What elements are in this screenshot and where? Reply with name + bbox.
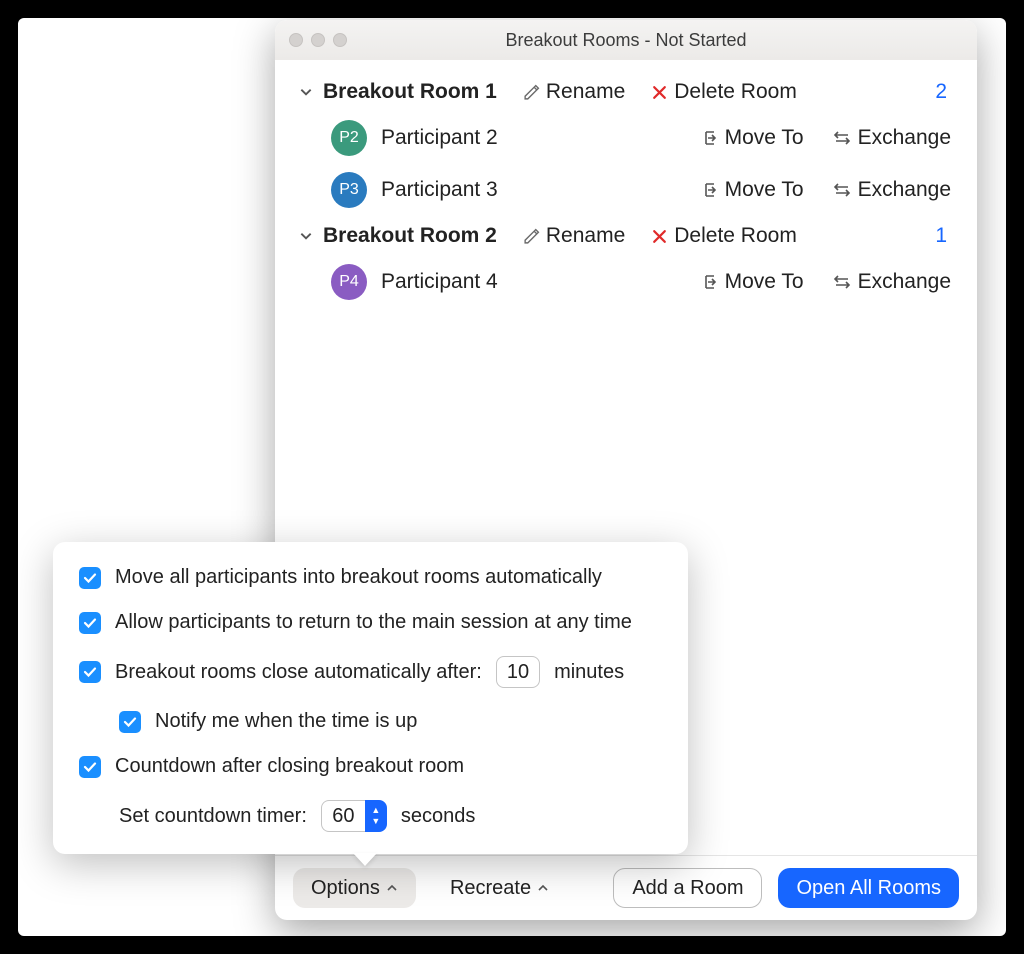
stepper-down-icon[interactable]: ▼ xyxy=(371,817,380,826)
delete-label: Delete Room xyxy=(674,80,797,104)
option-countdown-timer: Set countdown timer: 60 ▲ ▼ seconds xyxy=(119,800,662,832)
delete-label: Delete Room xyxy=(674,224,797,248)
chevron-up-icon xyxy=(537,881,549,896)
move-to-label: Move To xyxy=(725,178,804,202)
close-after-minutes-input[interactable]: 10 xyxy=(496,656,540,688)
add-room-label: Add a Room xyxy=(632,877,743,900)
room-name: Breakout Room 2 xyxy=(323,224,497,248)
checkbox-checked-icon[interactable] xyxy=(119,711,141,733)
exchange-label: Exchange xyxy=(858,270,951,294)
checkbox-checked-icon[interactable] xyxy=(79,567,101,589)
chevron-down-icon xyxy=(297,229,315,243)
participant-count: 1 xyxy=(935,224,955,248)
zoom-window-button[interactable] xyxy=(333,33,347,47)
option-label: Allow participants to return to the main… xyxy=(115,611,632,634)
pencil-icon xyxy=(523,84,540,101)
move-to-button[interactable]: Move To xyxy=(699,178,804,202)
countdown-seconds-input[interactable]: 60 xyxy=(321,800,365,832)
move-to-icon xyxy=(699,180,719,200)
rename-button[interactable]: Rename xyxy=(523,224,625,248)
option-close-after[interactable]: Breakout rooms close automatically after… xyxy=(79,656,662,688)
rename-label: Rename xyxy=(546,224,625,248)
options-button[interactable]: Options xyxy=(293,868,416,908)
window-title: Breakout Rooms - Not Started xyxy=(275,30,977,51)
delete-room-button[interactable]: Delete Room xyxy=(651,80,797,104)
participant-row: P3 Participant 3 Move To Exchange xyxy=(293,164,959,216)
options-label: Options xyxy=(311,877,380,900)
room-name: Breakout Room 1 xyxy=(323,80,497,104)
room-header[interactable]: Breakout Room 1 Rename Delete Room 2 xyxy=(293,72,959,112)
participant-count: 2 xyxy=(935,80,955,104)
participant-name: Participant 3 xyxy=(381,178,498,202)
x-icon xyxy=(651,228,668,245)
window-controls xyxy=(289,33,347,47)
rename-label: Rename xyxy=(546,80,625,104)
move-to-button[interactable]: Move To xyxy=(699,270,804,294)
move-to-icon xyxy=(699,128,719,148)
option-label: Move all participants into breakout room… xyxy=(115,566,602,589)
open-all-label: Open All Rooms xyxy=(796,877,941,900)
exchange-label: Exchange xyxy=(858,126,951,150)
rename-button[interactable]: Rename xyxy=(523,80,625,104)
stepper-buttons[interactable]: ▲ ▼ xyxy=(365,800,387,832)
option-allow-return[interactable]: Allow participants to return to the main… xyxy=(79,611,662,634)
move-to-label: Move To xyxy=(725,126,804,150)
exchange-label: Exchange xyxy=(858,178,951,202)
option-label: Set countdown timer: xyxy=(119,805,307,828)
option-auto-move[interactable]: Move all participants into breakout room… xyxy=(79,566,662,589)
countdown-timer-stepper[interactable]: 60 ▲ ▼ xyxy=(321,800,387,832)
recreate-label: Recreate xyxy=(450,877,531,900)
pencil-icon xyxy=(523,228,540,245)
exchange-button[interactable]: Exchange xyxy=(832,126,951,150)
minimize-window-button[interactable] xyxy=(311,33,325,47)
participant-row: P2 Participant 2 Move To Exchange xyxy=(293,112,959,164)
exchange-icon xyxy=(832,128,852,148)
exchange-button[interactable]: Exchange xyxy=(832,178,951,202)
room-header[interactable]: Breakout Room 2 Rename Delete Room 1 xyxy=(293,216,959,256)
option-suffix: minutes xyxy=(554,661,624,684)
titlebar: Breakout Rooms - Not Started xyxy=(275,20,977,60)
option-notify-time-up[interactable]: Notify me when the time is up xyxy=(119,710,662,733)
options-popover: Move all participants into breakout room… xyxy=(53,542,688,854)
exchange-icon xyxy=(832,272,852,292)
open-all-rooms-button[interactable]: Open All Rooms xyxy=(778,868,959,908)
checkbox-checked-icon[interactable] xyxy=(79,661,101,683)
avatar: P4 xyxy=(331,264,367,300)
exchange-button[interactable]: Exchange xyxy=(832,270,951,294)
option-suffix: seconds xyxy=(401,805,476,828)
footer-bar: Options Recreate Add a Room Open All Roo… xyxy=(275,855,977,920)
delete-room-button[interactable]: Delete Room xyxy=(651,224,797,248)
avatar: P2 xyxy=(331,120,367,156)
participant-name: Participant 4 xyxy=(381,270,498,294)
option-label: Breakout rooms close automatically after… xyxy=(115,661,482,684)
chevron-up-icon xyxy=(386,881,398,896)
move-to-label: Move To xyxy=(725,270,804,294)
move-to-button[interactable]: Move To xyxy=(699,126,804,150)
avatar: P3 xyxy=(331,172,367,208)
stepper-up-icon[interactable]: ▲ xyxy=(371,806,380,815)
participant-row: P4 Participant 4 Move To Exchange xyxy=(293,256,959,308)
move-to-icon xyxy=(699,272,719,292)
add-room-button[interactable]: Add a Room xyxy=(613,868,762,908)
exchange-icon xyxy=(832,180,852,200)
close-window-button[interactable] xyxy=(289,33,303,47)
chevron-down-icon xyxy=(297,85,315,99)
option-label: Notify me when the time is up xyxy=(155,710,417,733)
recreate-button[interactable]: Recreate xyxy=(432,868,567,908)
participant-name: Participant 2 xyxy=(381,126,498,150)
x-icon xyxy=(651,84,668,101)
checkbox-checked-icon[interactable] xyxy=(79,612,101,634)
checkbox-checked-icon[interactable] xyxy=(79,756,101,778)
option-label: Countdown after closing breakout room xyxy=(115,755,464,778)
option-countdown[interactable]: Countdown after closing breakout room xyxy=(79,755,662,778)
